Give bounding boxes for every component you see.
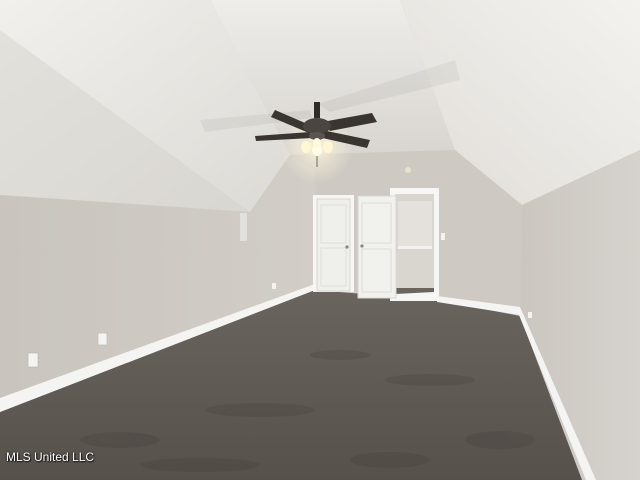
outlet [528,312,532,318]
light-switch [240,213,247,241]
fan-motor [303,118,331,134]
watermark-text: MLS United LLC [6,450,95,464]
room-illustration [0,0,640,480]
light-switch [441,233,445,240]
outlet [272,283,276,289]
closet-door-left [316,198,351,292]
closet-door-right-open [357,195,397,299]
smoke-detector [405,167,411,173]
outlet [97,332,108,346]
outlet [27,352,39,368]
room-photo: MLS United LLC [0,0,640,480]
